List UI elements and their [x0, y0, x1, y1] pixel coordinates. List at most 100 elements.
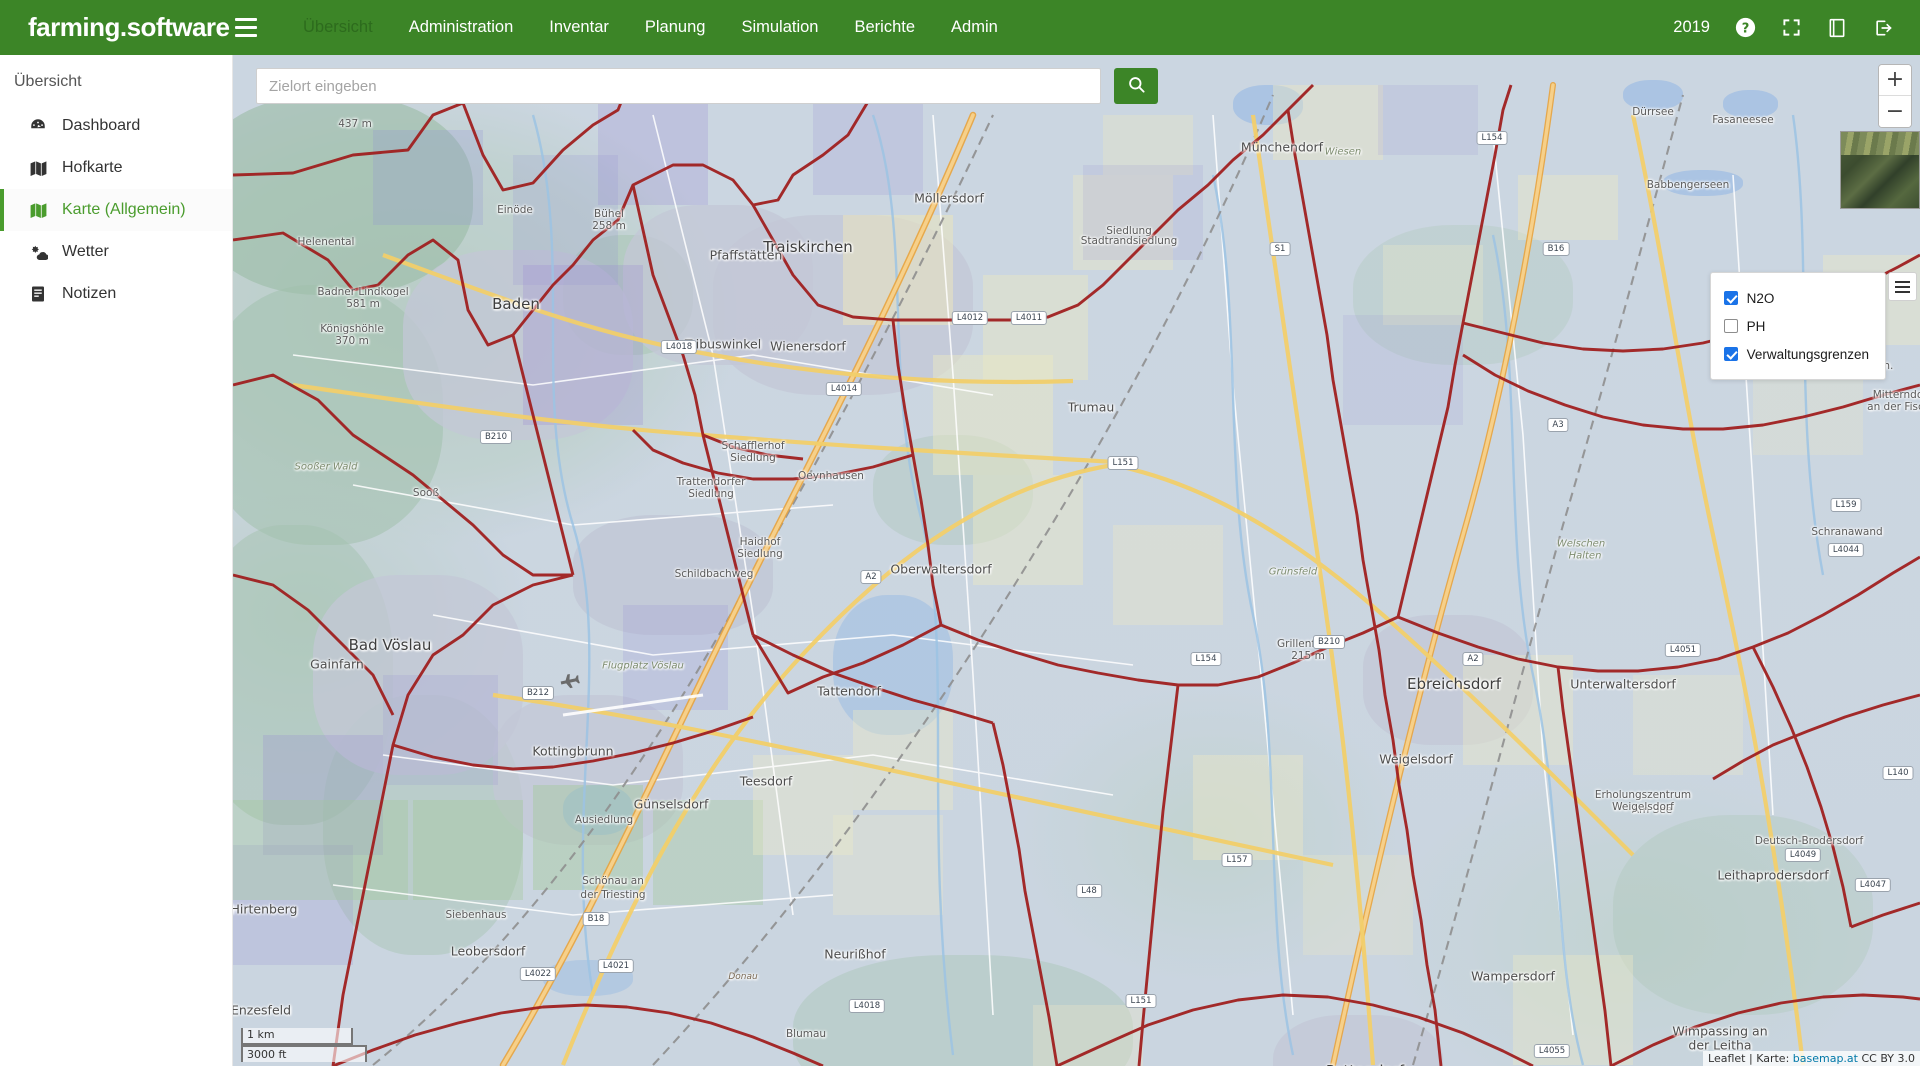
attribution-suffix: CC BY 3.0 [1857, 1052, 1915, 1065]
map-icon [29, 201, 55, 220]
dashboard-icon [29, 117, 55, 135]
map-place-label: Oberwaltersdorf [890, 561, 992, 577]
layer-item-verwaltungsgrenzen[interactable]: Verwaltungsgrenzen [1723, 340, 1869, 368]
map-place-label: Erholungszentrum [1594, 789, 1692, 801]
map-place-label: Schranawand [1811, 526, 1883, 538]
nav-item-uebersicht[interactable]: Übersicht [285, 18, 391, 37]
nav-item-berichte[interactable]: Berichte [836, 18, 933, 37]
logout-icon[interactable] [1872, 17, 1894, 39]
sidebar-item-wetter[interactable]: Wetter [0, 231, 232, 273]
layers-icon[interactable] [1888, 272, 1917, 301]
map-place-label: Wampersdorf [1471, 968, 1555, 984]
map-place-label: Siebenhaus [445, 909, 507, 921]
hamburger-bar [235, 18, 257, 21]
n2o-overlay-cell [1343, 315, 1463, 425]
map-place-label: Leobersdorf [450, 943, 526, 959]
search-button[interactable] [1114, 68, 1158, 104]
map-place-label: 581 m [346, 298, 380, 310]
road-shield: B212 [521, 686, 555, 700]
main-nav-links: Übersicht Administration Inventar Planun… [285, 18, 1016, 37]
n2o-overlay-cell [1518, 175, 1618, 240]
map-place-label: Helenental [297, 236, 355, 248]
nav-item-admin[interactable]: Admin [933, 18, 1016, 37]
n2o-overlay-cell [383, 675, 498, 785]
basemap-thumbnail[interactable] [1840, 131, 1920, 209]
layer-control-panel: N2O PH Verwaltungsgrenzen [1709, 272, 1886, 380]
map-place-label: Neurißhof [824, 946, 886, 962]
nav-right-tools: 2019 ? [1673, 17, 1920, 39]
map-container[interactable]: BadenTraiskirchenMöllersdorfMünchendorfM… [233, 55, 1920, 1066]
road-shield: L4022 [519, 967, 557, 981]
book-icon[interactable] [1826, 17, 1848, 39]
search-input[interactable] [256, 68, 1101, 104]
map-place-label: Wimpassing an [1672, 1023, 1768, 1039]
map-place-label: Flugplatz Vöslau [602, 660, 684, 672]
weather-icon [29, 243, 55, 262]
road-shield: A2 [1462, 652, 1484, 666]
map-place-label: Siedlung [737, 548, 783, 560]
map-place-label: Königshöhle [320, 323, 384, 335]
map-place-label: Bad Vöslau [348, 636, 432, 654]
app-logo[interactable]: farming.software [0, 12, 235, 43]
n2o-overlay-cell [933, 355, 1053, 475]
road-shield: L159 [1830, 498, 1862, 512]
sidebar-item-hofkarte[interactable]: Hofkarte [0, 147, 232, 189]
nav-item-planung[interactable]: Planung [627, 18, 724, 37]
map-place-label: Unterwaltersdorf [1570, 676, 1676, 692]
nav-item-inventar[interactable]: Inventar [531, 18, 627, 37]
map-place-label: Enzesfeld [233, 1002, 292, 1018]
n2o-overlay-cell [1193, 755, 1303, 860]
notes-icon [29, 285, 55, 303]
map-place-label: Dürrsee [1632, 106, 1674, 118]
map-place-label: Einöde [497, 204, 533, 216]
nav-item-administration[interactable]: Administration [391, 18, 532, 37]
map-place-label: Trumau [1067, 399, 1115, 415]
layer-checkbox-n2o[interactable] [1723, 291, 1738, 305]
road-shield: L154 [1190, 652, 1222, 666]
road-shield: L151 [1107, 456, 1139, 470]
n2o-overlay-cell [653, 800, 763, 905]
n2o-overlay-cell [843, 215, 953, 325]
fullscreen-icon[interactable] [1780, 17, 1802, 39]
sidebar-item-notizen[interactable]: Notizen [0, 273, 232, 315]
map-place-label: Günselsdorf [633, 796, 709, 812]
n2o-overlay-cell [233, 800, 408, 900]
map-place-label: Grünsfeld [1268, 566, 1318, 578]
map-canvas[interactable]: BadenTraiskirchenMöllersdorfMünchendorfM… [233, 55, 1920, 1066]
map-place-label: Baden [492, 295, 540, 313]
road-shield: L4018 [660, 340, 698, 354]
n2o-overlay-cell [1303, 855, 1413, 955]
nav-item-simulation[interactable]: Simulation [723, 18, 836, 37]
map-place-label: Pfaffstätten [709, 247, 783, 263]
map-icon [29, 159, 55, 178]
sidebar-item-karte-allgemein[interactable]: Karte (Allgemein) [0, 189, 232, 231]
svg-text:?: ? [1741, 21, 1749, 36]
map-attribution: Leaflet | Karte: basemap.at CC BY 3.0 [1703, 1051, 1920, 1066]
scale-bar: 1 km 3000 ft [241, 1028, 367, 1062]
map-place-label: Pottendorf [1326, 1062, 1404, 1066]
hamburger-icon[interactable] [235, 13, 269, 43]
year-selector[interactable]: 2019 [1673, 18, 1710, 37]
map-place-label: Babbengerseen [1646, 179, 1730, 191]
map-place-label: Welschen [1556, 538, 1606, 550]
zoom-out-button[interactable]: − [1879, 96, 1911, 127]
layer-item-ph[interactable]: PH [1723, 312, 1869, 340]
layer-checkbox-verwaltungsgrenzen[interactable] [1723, 347, 1738, 361]
map-place-label: 215 m [1291, 650, 1325, 662]
help-icon[interactable]: ? [1734, 17, 1756, 39]
zoom-in-button[interactable]: + [1879, 65, 1911, 96]
map-place-label: Schönau an [582, 875, 644, 887]
map-place-label: Leithaprodersdorf [1717, 867, 1829, 883]
sidebar-item-dashboard[interactable]: Dashboard [0, 105, 232, 147]
road-shield: L4044 [1827, 543, 1865, 557]
layer-item-n2o[interactable]: N2O [1723, 284, 1869, 312]
layer-checkbox-ph[interactable] [1723, 319, 1738, 333]
road-shield: B16 [1542, 242, 1570, 256]
road-shield: B210 [479, 430, 513, 444]
map-place-label: Haidhof [739, 536, 781, 548]
layers-bar [1895, 290, 1910, 293]
attribution-link[interactable]: basemap.at [1793, 1052, 1858, 1065]
sidebar-title: Übersicht [14, 73, 82, 90]
map-place-label: Wiesen [1324, 146, 1362, 158]
sidebar: Übersicht Dashboard Hofkarte Karte (Allg… [0, 55, 233, 1066]
